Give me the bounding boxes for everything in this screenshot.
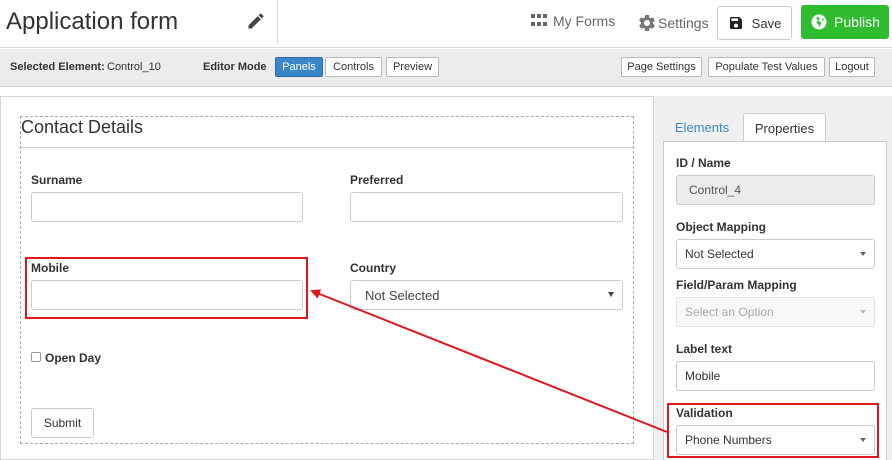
mode-preview-button[interactable]: Preview <box>386 57 439 77</box>
logout-button[interactable]: Logout <box>829 57 875 77</box>
floppy-disk-icon <box>729 17 742 29</box>
open-day-label: Open Day <box>45 351 102 365</box>
field-mapping-placeholder: Select an Option <box>685 305 774 319</box>
caret-down-icon <box>608 292 614 297</box>
object-mapping-label: Object Mapping <box>676 220 766 234</box>
object-mapping-select[interactable]: Not Selected <box>676 239 875 269</box>
mode-controls-button[interactable]: Controls <box>325 57 382 77</box>
globe-icon <box>811 14 827 30</box>
app-title: Application form <box>6 8 179 35</box>
editor-toolbar: Selected Element: Control_10 Editor Mode… <box>0 49 892 87</box>
label-text-input[interactable]: Mobile <box>676 361 875 391</box>
pencil-icon[interactable] <box>246 11 266 31</box>
label-text-label: Label text <box>676 342 733 356</box>
field-mapping-select[interactable]: Select an Option <box>676 297 875 327</box>
publish-label: Publish <box>834 14 880 30</box>
country-label: Country <box>350 261 396 275</box>
object-mapping-value: Not Selected <box>685 247 754 261</box>
mobile-label: Mobile <box>31 261 69 275</box>
save-label: Save <box>751 15 782 31</box>
mode-panels-button[interactable]: Panels <box>275 57 323 77</box>
open-day-checkbox[interactable] <box>31 352 41 362</box>
panel-divider <box>21 147 633 148</box>
panel-title: Contact Details <box>21 117 144 137</box>
surname-label: Surname <box>31 173 83 187</box>
grid-icon <box>531 14 547 28</box>
preferred-input[interactable] <box>350 192 623 222</box>
country-select[interactable]: Not Selected <box>350 280 623 310</box>
submit-button[interactable]: Submit <box>31 408 94 438</box>
populate-test-values-button[interactable]: Populate Test Values <box>708 57 825 77</box>
validation-label: Validation <box>676 406 733 420</box>
caret-down-icon <box>860 438 866 442</box>
publish-button[interactable]: Publish <box>801 5 889 39</box>
settings-label: Settings <box>658 15 709 31</box>
id-name-value: Control_4 <box>689 183 742 197</box>
my-forms-label: My Forms <box>553 13 616 29</box>
my-forms-link[interactable]: My Forms <box>531 13 615 29</box>
page-settings-button[interactable]: Page Settings <box>621 57 702 77</box>
selected-element-label: Selected Element: <box>10 61 105 73</box>
selected-element-value: Control_10 <box>107 61 161 73</box>
tab-elements[interactable]: Elements <box>663 113 741 142</box>
preferred-label: Preferred <box>350 173 404 187</box>
tab-properties[interactable]: Properties <box>743 113 826 142</box>
top-bar: Application form My Forms Settings Save … <box>0 0 892 48</box>
id-name-label: ID / Name <box>676 156 731 170</box>
settings-link[interactable]: Settings <box>637 13 709 33</box>
gear-icon <box>639 14 655 31</box>
id-name-field: Control_4 <box>676 175 875 205</box>
field-mapping-label: Field/Param Mapping <box>676 278 797 292</box>
title-divider <box>277 0 278 44</box>
country-select-value: Not Selected <box>365 287 440 303</box>
mobile-input[interactable] <box>31 280 303 310</box>
save-button[interactable]: Save <box>717 6 792 40</box>
validation-value: Phone Numbers <box>685 433 772 447</box>
caret-down-icon <box>860 310 866 314</box>
caret-down-icon <box>860 252 866 256</box>
validation-select[interactable]: Phone Numbers <box>676 425 875 455</box>
editor-mode-label: Editor Mode <box>203 61 267 73</box>
surname-input[interactable] <box>31 192 303 222</box>
label-text-value: Mobile <box>685 369 721 383</box>
